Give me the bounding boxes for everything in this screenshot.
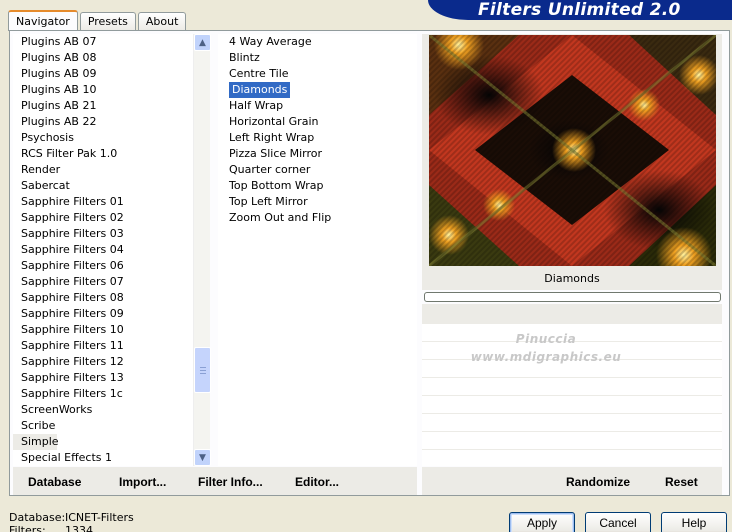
category-item[interactable]: Sapphire Filters 07 bbox=[13, 274, 195, 290]
category-item[interactable]: Sapphire Filters 10 bbox=[13, 322, 195, 338]
category-item[interactable]: Sapphire Filters 08 bbox=[13, 290, 195, 306]
category-item[interactable]: RCS Filter Pak 1.0 bbox=[13, 146, 195, 162]
tab-about[interactable]: About bbox=[137, 12, 187, 30]
scroll-down-button[interactable]: ▼ bbox=[194, 449, 211, 466]
tab-navigator[interactable]: Navigator bbox=[8, 10, 78, 31]
cancel-button[interactable]: Cancel bbox=[585, 512, 651, 532]
category-item[interactable]: ScreenWorks bbox=[13, 402, 195, 418]
category-item[interactable]: Plugins AB 07 bbox=[13, 34, 195, 50]
category-item[interactable]: Plugins AB 22 bbox=[13, 114, 195, 130]
category-item[interactable]: Sapphire Filters 1c bbox=[13, 386, 195, 402]
category-item[interactable]: Scribe bbox=[13, 418, 195, 434]
filter-item[interactable]: Left Right Wrap bbox=[221, 130, 417, 146]
category-item[interactable]: Render bbox=[13, 162, 195, 178]
tab-presets[interactable]: Presets bbox=[79, 12, 136, 30]
filter-item-selected[interactable]: Diamonds bbox=[229, 82, 291, 98]
banner-title: Filters Unlimited 2.0 bbox=[478, 0, 681, 20]
filter-info-button[interactable]: Filter Info... bbox=[198, 475, 263, 489]
param-row bbox=[422, 414, 722, 432]
category-item[interactable]: Plugins AB 21 bbox=[13, 98, 195, 114]
category-item[interactable]: Sapphire Filters 11 bbox=[13, 338, 195, 354]
randomize-button[interactable]: Randomize bbox=[566, 475, 630, 489]
category-item[interactable]: Sapphire Filters 02 bbox=[13, 210, 195, 226]
category-item[interactable]: Psychosis bbox=[13, 130, 195, 146]
category-scrollbar[interactable]: ▲ ▼ bbox=[193, 34, 211, 466]
category-item[interactable]: Sapphire Filters 01 bbox=[13, 194, 195, 210]
watermark-line1: Pinuccia bbox=[515, 332, 577, 346]
import-button[interactable]: Import... bbox=[119, 475, 166, 489]
filter-item[interactable]: Centre Tile bbox=[221, 66, 417, 82]
tab-strip: Navigator Presets About bbox=[8, 8, 188, 31]
status-area: Database:ICNET-Filters Filters: 1334 bbox=[9, 511, 134, 532]
watermark: Pinuccia www.mdigraphics.eu bbox=[446, 330, 646, 366]
param-row bbox=[422, 396, 722, 414]
chevron-down-icon: ▼ bbox=[199, 452, 206, 463]
filter-item[interactable]: 4 Way Average bbox=[221, 34, 417, 50]
params-header bbox=[422, 304, 722, 324]
filter-name-label: Diamonds bbox=[422, 268, 722, 290]
database-button[interactable]: Database bbox=[28, 475, 81, 489]
progress-bar bbox=[424, 292, 721, 302]
help-button[interactable]: Help bbox=[661, 512, 727, 532]
chevron-up-icon: ▲ bbox=[199, 37, 206, 48]
category-item[interactable]: Sapphire Filters 04 bbox=[13, 242, 195, 258]
param-row bbox=[422, 432, 722, 450]
filter-item[interactable]: Horizontal Grain bbox=[221, 114, 417, 130]
filter-item[interactable]: Top Left Mirror bbox=[221, 194, 417, 210]
watermark-line2: www.mdigraphics.eu bbox=[470, 350, 622, 364]
category-item[interactable]: Sapphire Filters 09 bbox=[13, 306, 195, 322]
preview-image bbox=[429, 35, 716, 266]
category-item[interactable]: Sapphire Filters 03 bbox=[13, 226, 195, 242]
reset-button[interactable]: Reset bbox=[665, 475, 698, 489]
preview-button-bar: Randomize Reset bbox=[422, 467, 722, 495]
filter-item[interactable]: Pizza Slice Mirror bbox=[221, 146, 417, 162]
app-banner: Filters Unlimited 2.0 bbox=[428, 0, 732, 20]
category-item[interactable]: Simple bbox=[13, 434, 59, 450]
list-button-bar: Database Import... Filter Info... Editor… bbox=[13, 467, 417, 495]
category-list[interactable]: Plugins AB 07 Plugins AB 08 Plugins AB 09 P… bbox=[13, 34, 195, 466]
database-label: Database: bbox=[9, 511, 66, 524]
category-item[interactable]: Plugins AB 08 bbox=[13, 50, 195, 66]
database-value: ICNET-Filters bbox=[65, 511, 134, 524]
filter-item[interactable]: Zoom Out and Flip bbox=[221, 210, 417, 226]
category-item[interactable]: Plugins AB 09 bbox=[13, 66, 195, 82]
scroll-thumb[interactable] bbox=[194, 347, 211, 393]
filters-label: Filters: bbox=[9, 524, 46, 532]
scroll-up-button[interactable]: ▲ bbox=[194, 34, 211, 51]
filter-item[interactable]: Quarter corner bbox=[221, 162, 417, 178]
filter-list[interactable]: 4 Way Average Blintz Centre Tile Diamonds Ha… bbox=[218, 34, 417, 466]
filter-item[interactable]: Blintz bbox=[221, 50, 417, 66]
filter-item[interactable]: Half Wrap bbox=[221, 98, 417, 114]
category-item[interactable]: Plugins AB 10 bbox=[13, 82, 195, 98]
category-item[interactable]: Sapphire Filters 06 bbox=[13, 258, 195, 274]
param-row bbox=[422, 378, 722, 396]
editor-button[interactable]: Editor... bbox=[295, 475, 339, 489]
category-item[interactable]: Special Effects 1 bbox=[13, 450, 195, 466]
grip-icon bbox=[200, 367, 206, 374]
filter-item[interactable]: Diamonds bbox=[221, 82, 417, 98]
filter-item[interactable]: Top Bottom Wrap bbox=[221, 178, 417, 194]
apply-button[interactable]: Apply bbox=[509, 512, 575, 532]
filters-count: 1334 bbox=[65, 524, 93, 532]
category-item[interactable]: Sapphire Filters 12 bbox=[13, 354, 195, 370]
category-item[interactable]: Sapphire Filters 13 bbox=[13, 370, 195, 386]
category-item[interactable]: Sabercat bbox=[13, 178, 195, 194]
